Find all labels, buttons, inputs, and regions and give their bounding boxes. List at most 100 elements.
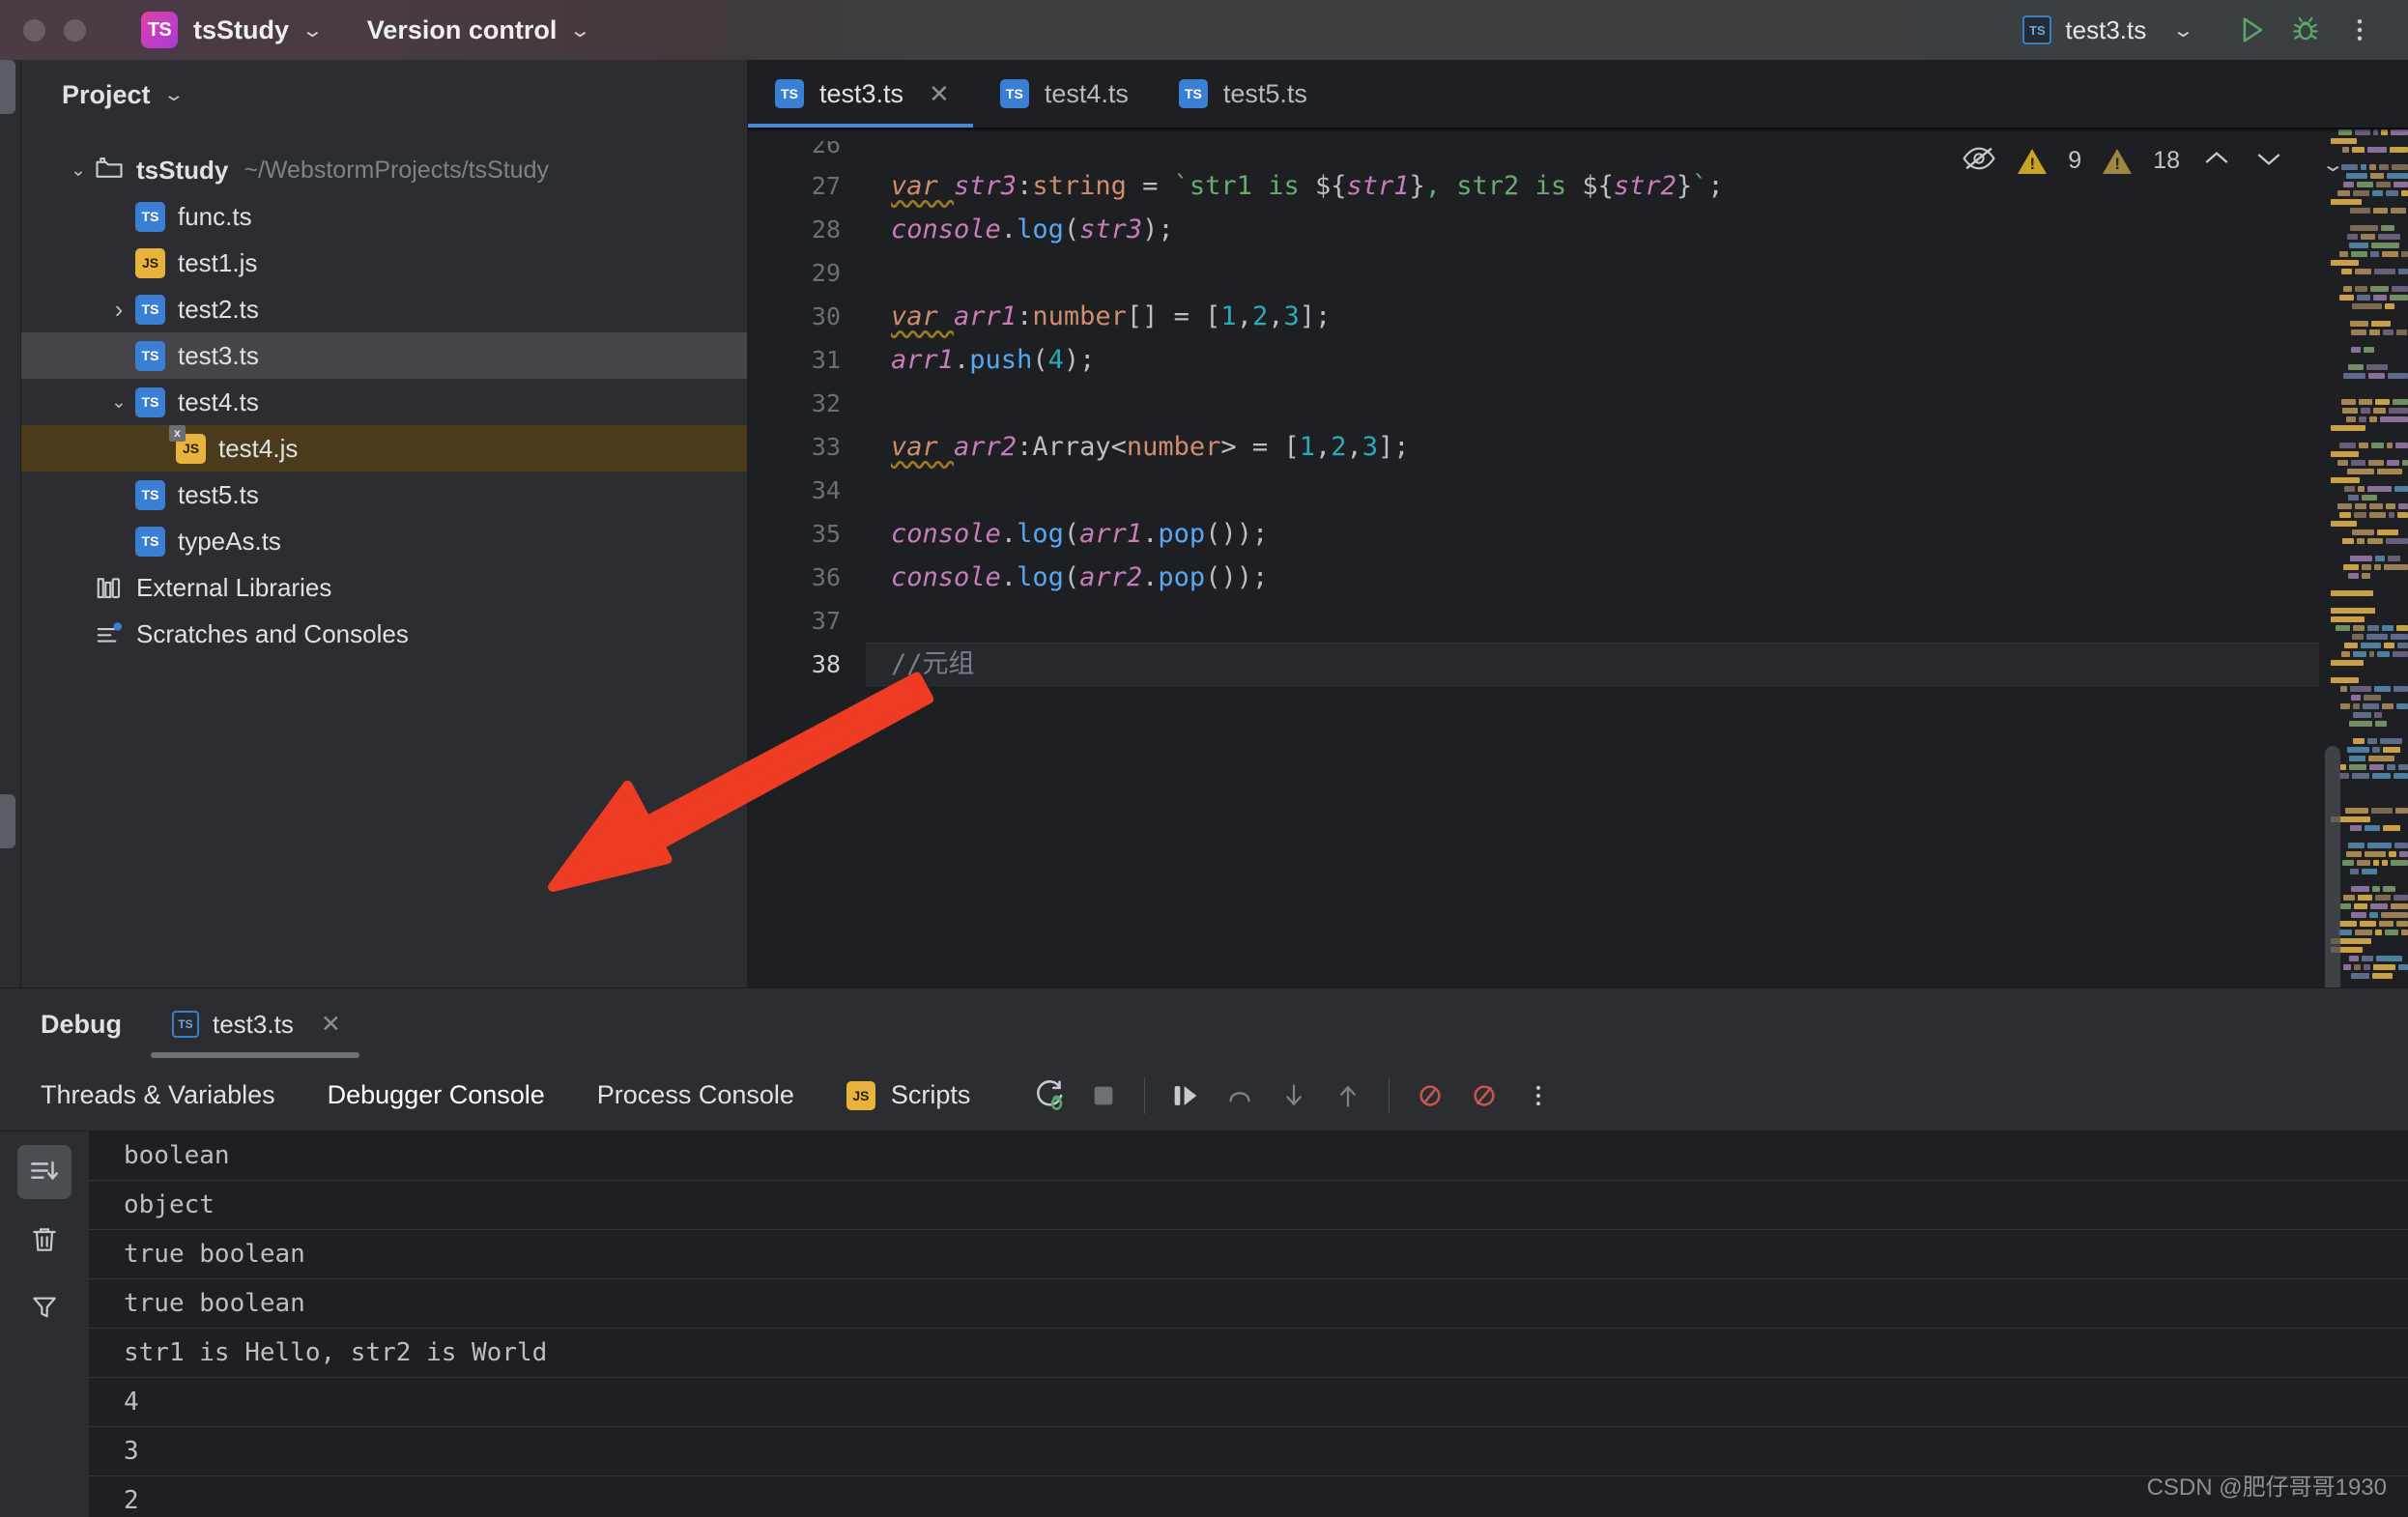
run-configuration-selector[interactable]: TS test3.ts ⌄ bbox=[2022, 15, 2194, 45]
console-row[interactable]: 4te bbox=[89, 1378, 2408, 1427]
rerun-debug-icon[interactable] bbox=[1022, 1069, 1076, 1123]
tree-node-external-libraries[interactable]: External Libraries bbox=[21, 564, 747, 611]
code-line[interactable]: var arr1:number[] = [1,2,3]; bbox=[866, 295, 2408, 338]
console-side-toolbar[interactable] bbox=[0, 1131, 89, 1517]
window-controls[interactable] bbox=[23, 18, 86, 42]
chevron-up-icon[interactable] bbox=[2201, 148, 2232, 174]
console-row[interactable]: booleant bbox=[89, 1131, 2408, 1181]
version-control-menu[interactable]: Version control bbox=[367, 15, 558, 45]
run-icon[interactable] bbox=[2224, 3, 2279, 57]
tree-node-test4-ts[interactable]: ⌄ TS test4.ts bbox=[21, 379, 747, 425]
code-editor[interactable]: 26 27 28 29 30 31 32 33 34 35 36 37 38 var str3:stri… bbox=[748, 128, 2408, 987]
debug-tab-debugger-console[interactable]: Debugger Console bbox=[328, 1080, 545, 1110]
minimap-row bbox=[2319, 215, 2408, 223]
minimap-row bbox=[2319, 136, 2408, 145]
project-badge-icon: TS bbox=[141, 12, 178, 48]
console-row[interactable]: true booleant bbox=[89, 1279, 2408, 1329]
window-minimize-button[interactable] bbox=[64, 18, 86, 42]
code-token: , str2 is bbox=[1424, 171, 1583, 201]
tree-node-tsstudy[interactable]: ⌄ tsStudy ~/WebstormProjects/tsStudy bbox=[21, 147, 747, 193]
tree-node-test1-js[interactable]: JS test1.js bbox=[21, 240, 747, 286]
ts-file-icon: TS bbox=[135, 294, 165, 325]
tree-node-test2-ts[interactable]: › TS test2.ts bbox=[21, 286, 747, 332]
tree-node-test3-ts[interactable]: TS test3.ts bbox=[21, 332, 747, 379]
editor-tab-test4-ts[interactable]: TS test4.ts bbox=[973, 60, 1152, 128]
tree-node-scratches-and-consoles[interactable]: Scratches and Consoles bbox=[21, 611, 747, 657]
close-icon[interactable]: ✕ bbox=[321, 1010, 341, 1039]
minimap-scrollbar-thumb[interactable] bbox=[2325, 746, 2340, 987]
debugger-console-output[interactable]: booleantobjectttrue booleanttrue boolean… bbox=[89, 1131, 2408, 1517]
left-tool-rail[interactable] bbox=[0, 60, 21, 1360]
debug-tab-scripts[interactable]: JS Scripts bbox=[846, 1080, 970, 1110]
tree-node-func-ts[interactable]: TS func.ts bbox=[21, 193, 747, 240]
debug-session-tab[interactable]: TS test3.ts ✕ bbox=[172, 988, 341, 1060]
tree-node-label: test3.ts bbox=[178, 340, 259, 370]
chevron-down-icon[interactable] bbox=[2253, 148, 2284, 174]
console-row[interactable]: str1 is Hello, str2 is Worldte bbox=[89, 1329, 2408, 1378]
chevron-down-icon[interactable]: ⌄ bbox=[2321, 153, 2345, 177]
filter-icon[interactable] bbox=[17, 1280, 72, 1334]
debug-tab-process-console[interactable]: Process Console bbox=[597, 1080, 794, 1110]
minimap-row bbox=[2319, 701, 2408, 710]
editor-tab-bar[interactable]: TS test3.ts ✕ TS test4.ts TS test5.ts bbox=[748, 60, 2408, 128]
chevron-right-icon[interactable]: › bbox=[102, 295, 135, 325]
step-over-icon[interactable] bbox=[1213, 1069, 1267, 1123]
tool-window-stub-project[interactable] bbox=[0, 60, 15, 114]
soft-wrap-icon[interactable] bbox=[17, 1145, 72, 1199]
tree-node-typeas-ts[interactable]: TS typeAs.ts bbox=[21, 518, 747, 564]
inspection-widget[interactable]: 9 18 bbox=[1962, 145, 2284, 177]
code-line[interactable]: console.log(arr2.pop()); bbox=[866, 556, 2408, 599]
code-line[interactable]: var arr2:Array<number> = [1,2,3]; bbox=[866, 425, 2408, 469]
more-vertical-icon[interactable] bbox=[2333, 3, 2387, 57]
minimap-row bbox=[2319, 467, 2408, 475]
code-line[interactable] bbox=[866, 382, 2408, 425]
editor-tab-test5-ts[interactable]: TS test5.ts bbox=[1152, 60, 1331, 128]
line-number: 32 bbox=[811, 389, 841, 417]
project-name[interactable]: tsStudy bbox=[193, 15, 289, 45]
line-number: 26 bbox=[811, 141, 841, 158]
trash-icon[interactable] bbox=[17, 1213, 72, 1267]
chevron-down-icon[interactable]: ⌄ bbox=[62, 159, 95, 182]
code-line[interactable]: arr1.push(4); bbox=[866, 338, 2408, 382]
chevron-down-icon[interactable]: ⌄ bbox=[2172, 18, 2194, 43]
editor-tab-test3-ts[interactable]: TS test3.ts ✕ bbox=[748, 60, 973, 128]
debug-toolbar[interactable]: Threads & Variables Debugger Console Proce… bbox=[0, 1060, 2408, 1131]
mute-breakpoints-icon[interactable] bbox=[1403, 1069, 1457, 1123]
more-vertical-icon[interactable] bbox=[1511, 1069, 1565, 1123]
code-line[interactable]: console.log(str3); bbox=[866, 208, 2408, 251]
step-out-icon[interactable] bbox=[1321, 1069, 1375, 1123]
debug-tab-threads---variables[interactable]: Threads & Variables bbox=[41, 1080, 275, 1110]
tool-window-stub-structure[interactable] bbox=[0, 794, 15, 848]
code-line[interactable]: //元组 bbox=[866, 643, 2408, 686]
tree-node-test5-ts[interactable]: TS test5.ts bbox=[21, 472, 747, 518]
close-icon[interactable]: ✕ bbox=[929, 79, 950, 109]
window-close-button[interactable] bbox=[23, 18, 45, 42]
code-token: ${ bbox=[1314, 171, 1347, 201]
code-line[interactable] bbox=[866, 469, 2408, 512]
console-row-text: true boolean bbox=[124, 1240, 305, 1269]
project-panel-header[interactable]: Project ⌄ bbox=[21, 60, 747, 129]
code-token: var bbox=[891, 171, 955, 201]
code-line[interactable] bbox=[866, 251, 2408, 295]
resume-icon[interactable] bbox=[1159, 1069, 1213, 1123]
chevron-down-icon[interactable]: ⌄ bbox=[569, 18, 591, 43]
code-line[interactable]: console.log(arr1.pop()); bbox=[866, 512, 2408, 556]
view-breakpoints-icon[interactable] bbox=[1457, 1069, 1511, 1123]
code-line[interactable] bbox=[866, 599, 2408, 643]
console-row[interactable]: true booleant bbox=[89, 1230, 2408, 1279]
chevron-down-icon[interactable]: ⌄ bbox=[162, 84, 185, 106]
minimap-row bbox=[2319, 736, 2408, 745]
chevron-down-icon[interactable]: ⌄ bbox=[301, 18, 324, 43]
console-row[interactable]: objectt bbox=[89, 1181, 2408, 1230]
eye-off-icon[interactable] bbox=[1962, 145, 1996, 177]
step-into-icon[interactable] bbox=[1267, 1069, 1321, 1123]
debug-icon[interactable] bbox=[2279, 3, 2333, 57]
tree-node-test4-js[interactable]: JS test4.js bbox=[21, 424, 747, 472]
chevron-down-icon[interactable]: ⌄ bbox=[102, 391, 135, 414]
stop-icon[interactable] bbox=[1076, 1069, 1131, 1123]
editor-minimap[interactable]: ⌄ bbox=[2319, 128, 2408, 987]
project-tree[interactable]: ⌄ tsStudy ~/WebstormProjects/tsStudy TS func… bbox=[21, 129, 747, 657]
console-row[interactable]: 3te bbox=[89, 1427, 2408, 1476]
code-lines[interactable]: var str3:string = `str1 is ${str1}, str2… bbox=[866, 128, 2408, 987]
console-row[interactable]: 2te bbox=[89, 1476, 2408, 1517]
